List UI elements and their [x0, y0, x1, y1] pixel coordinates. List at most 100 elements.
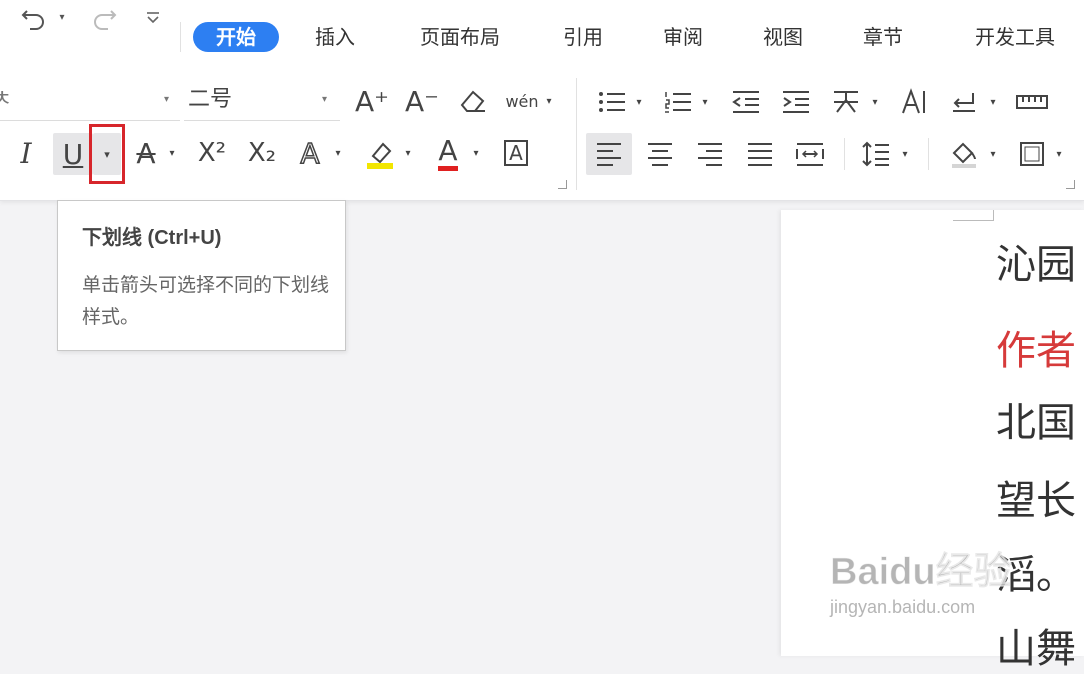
bullet-list-icon	[599, 92, 625, 112]
tab-page-layout[interactable]: 页面布局	[400, 22, 520, 52]
justify-button[interactable]	[738, 133, 782, 175]
subscript-icon: X₂	[247, 138, 277, 168]
line-spacing-button[interactable]	[856, 133, 896, 175]
justify-icon	[748, 143, 772, 166]
qat-separator	[180, 22, 181, 52]
paragraph-dialog-launcher[interactable]	[1066, 180, 1075, 189]
tab-references[interactable]: 引用	[548, 22, 618, 52]
font-name-dropdown-icon: ▾	[164, 94, 170, 105]
paint-bucket-icon	[952, 142, 976, 168]
redo-button[interactable]	[84, 0, 124, 34]
group-separator	[576, 78, 577, 190]
char-border-icon: A	[504, 140, 528, 166]
align-left-icon	[597, 143, 621, 166]
font-name-field[interactable]: ㅊ ▾	[0, 80, 180, 121]
font-size-field[interactable]: 二号 ▾	[184, 80, 340, 121]
font-color-button[interactable]: A	[428, 133, 468, 173]
align-left-button[interactable]	[586, 133, 632, 175]
decrease-indent-icon	[732, 91, 759, 113]
watermark-brand: Baidu经验	[830, 551, 1013, 594]
highlight-button[interactable]	[360, 133, 400, 173]
borders-icon	[1020, 142, 1044, 166]
pinyin-guide-button[interactable]: wén	[502, 82, 542, 120]
doc-line-6[interactable]: 山舞	[996, 616, 1076, 674]
italic-button[interactable]: I	[6, 133, 46, 173]
tab-insert[interactable]: 插入	[300, 22, 370, 52]
tooltip-description: 单击箭头可选择不同的下划线样式。	[82, 274, 330, 328]
shrink-font-button[interactable]: A⁻	[402, 82, 442, 120]
text-effect-dropdown[interactable]: ▾	[330, 133, 346, 173]
underline-tooltip: 下划线 (Ctrl+U) 单击箭头可选择不同的下划线样式。	[57, 200, 346, 351]
para-separator-1	[844, 138, 845, 170]
doc-line-3[interactable]: 北国	[996, 390, 1076, 448]
font-dialog-launcher[interactable]	[558, 180, 567, 189]
borders-dropdown[interactable]: ▾	[1052, 133, 1066, 175]
font-size-dropdown-icon: ▾	[322, 94, 328, 105]
tab-chapter[interactable]: 章节	[848, 22, 918, 52]
underline-button[interactable]: U	[53, 133, 93, 175]
customize-qat-button[interactable]	[138, 0, 168, 34]
superscript-button[interactable]: X²	[190, 133, 234, 173]
paragraph-spacing-button[interactable]	[944, 84, 984, 120]
text-direction-button[interactable]	[894, 84, 934, 120]
line-spacing-icon	[862, 141, 889, 167]
strikethrough-dropdown[interactable]: ▾	[164, 133, 180, 173]
text-direction-icon	[902, 88, 925, 114]
chinese-layout-icon	[834, 91, 858, 113]
strikethrough-button[interactable]: A	[128, 133, 164, 173]
line-spacing-dropdown[interactable]: ▾	[898, 133, 912, 175]
italic-icon: I	[20, 136, 32, 170]
shading-button[interactable]	[942, 133, 986, 175]
font-name-value: ㅊ	[0, 87, 13, 112]
ribbon: ▾ 开始 插入 页面布局 引用 审阅 视图 章节 开发工具 ㅊ ▾ 二号 ▾ A…	[0, 0, 1084, 201]
paragraph-spacing-icon	[953, 93, 975, 112]
char-border-button[interactable]: A	[498, 133, 534, 173]
shrink-font-icon: A⁻	[405, 84, 439, 118]
grow-font-button[interactable]: A⁺	[352, 82, 392, 120]
shading-dropdown[interactable]: ▾	[986, 133, 1000, 175]
para-separator-2	[928, 138, 929, 170]
doc-line-title[interactable]: 沁园	[996, 232, 1076, 290]
numbered-list-icon	[665, 92, 691, 113]
text-effect-button[interactable]: A	[292, 133, 328, 173]
undo-dropdown[interactable]: ▾	[54, 0, 70, 34]
undo-icon	[21, 10, 44, 30]
customize-qat-icon	[147, 12, 159, 24]
tab-view[interactable]: 视图	[748, 22, 818, 52]
clear-format-button[interactable]	[452, 82, 492, 120]
text-effect-icon: A	[300, 136, 321, 171]
underline-dropdown-highlight	[89, 124, 125, 184]
font-color-icon: A	[438, 135, 458, 171]
align-center-button[interactable]	[638, 133, 682, 175]
paragraph-spacing-dropdown[interactable]: ▾	[986, 84, 1000, 120]
chinese-layout-button[interactable]	[826, 84, 866, 120]
align-right-icon	[698, 143, 722, 166]
decrease-indent-button[interactable]	[726, 84, 766, 120]
ruler-icon	[1016, 95, 1048, 109]
undo-button[interactable]	[14, 0, 54, 34]
bullet-list-button[interactable]	[592, 84, 632, 120]
borders-button[interactable]	[1012, 133, 1052, 175]
tab-developer[interactable]: 开发工具	[955, 22, 1075, 52]
bullet-list-dropdown[interactable]: ▾	[632, 84, 646, 120]
chinese-layout-dropdown[interactable]: ▾	[868, 84, 882, 120]
tab-home[interactable]: 开始	[193, 22, 279, 52]
doc-line-4[interactable]: 望长	[996, 468, 1076, 526]
doc-line-author[interactable]: 作者	[996, 318, 1076, 376]
subscript-button[interactable]: X₂	[240, 133, 284, 173]
grow-font-icon: A⁺	[355, 84, 389, 118]
numbered-list-dropdown[interactable]: ▾	[698, 84, 712, 120]
increase-indent-button[interactable]	[776, 84, 816, 120]
eraser-icon	[460, 90, 485, 112]
numbered-list-button[interactable]	[658, 84, 698, 120]
increase-indent-icon	[783, 91, 809, 113]
distributed-button[interactable]	[788, 133, 832, 175]
pinyin-icon: wén	[505, 91, 539, 111]
pinyin-dropdown[interactable]: ▾	[541, 82, 557, 120]
highlight-dropdown[interactable]: ▾	[400, 133, 416, 173]
tab-review[interactable]: 审阅	[648, 22, 718, 52]
ruler-button[interactable]	[1012, 84, 1052, 120]
tooltip-title: 下划线 (Ctrl+U)	[82, 227, 222, 249]
font-color-dropdown[interactable]: ▾	[468, 133, 484, 173]
align-right-button[interactable]	[688, 133, 732, 175]
